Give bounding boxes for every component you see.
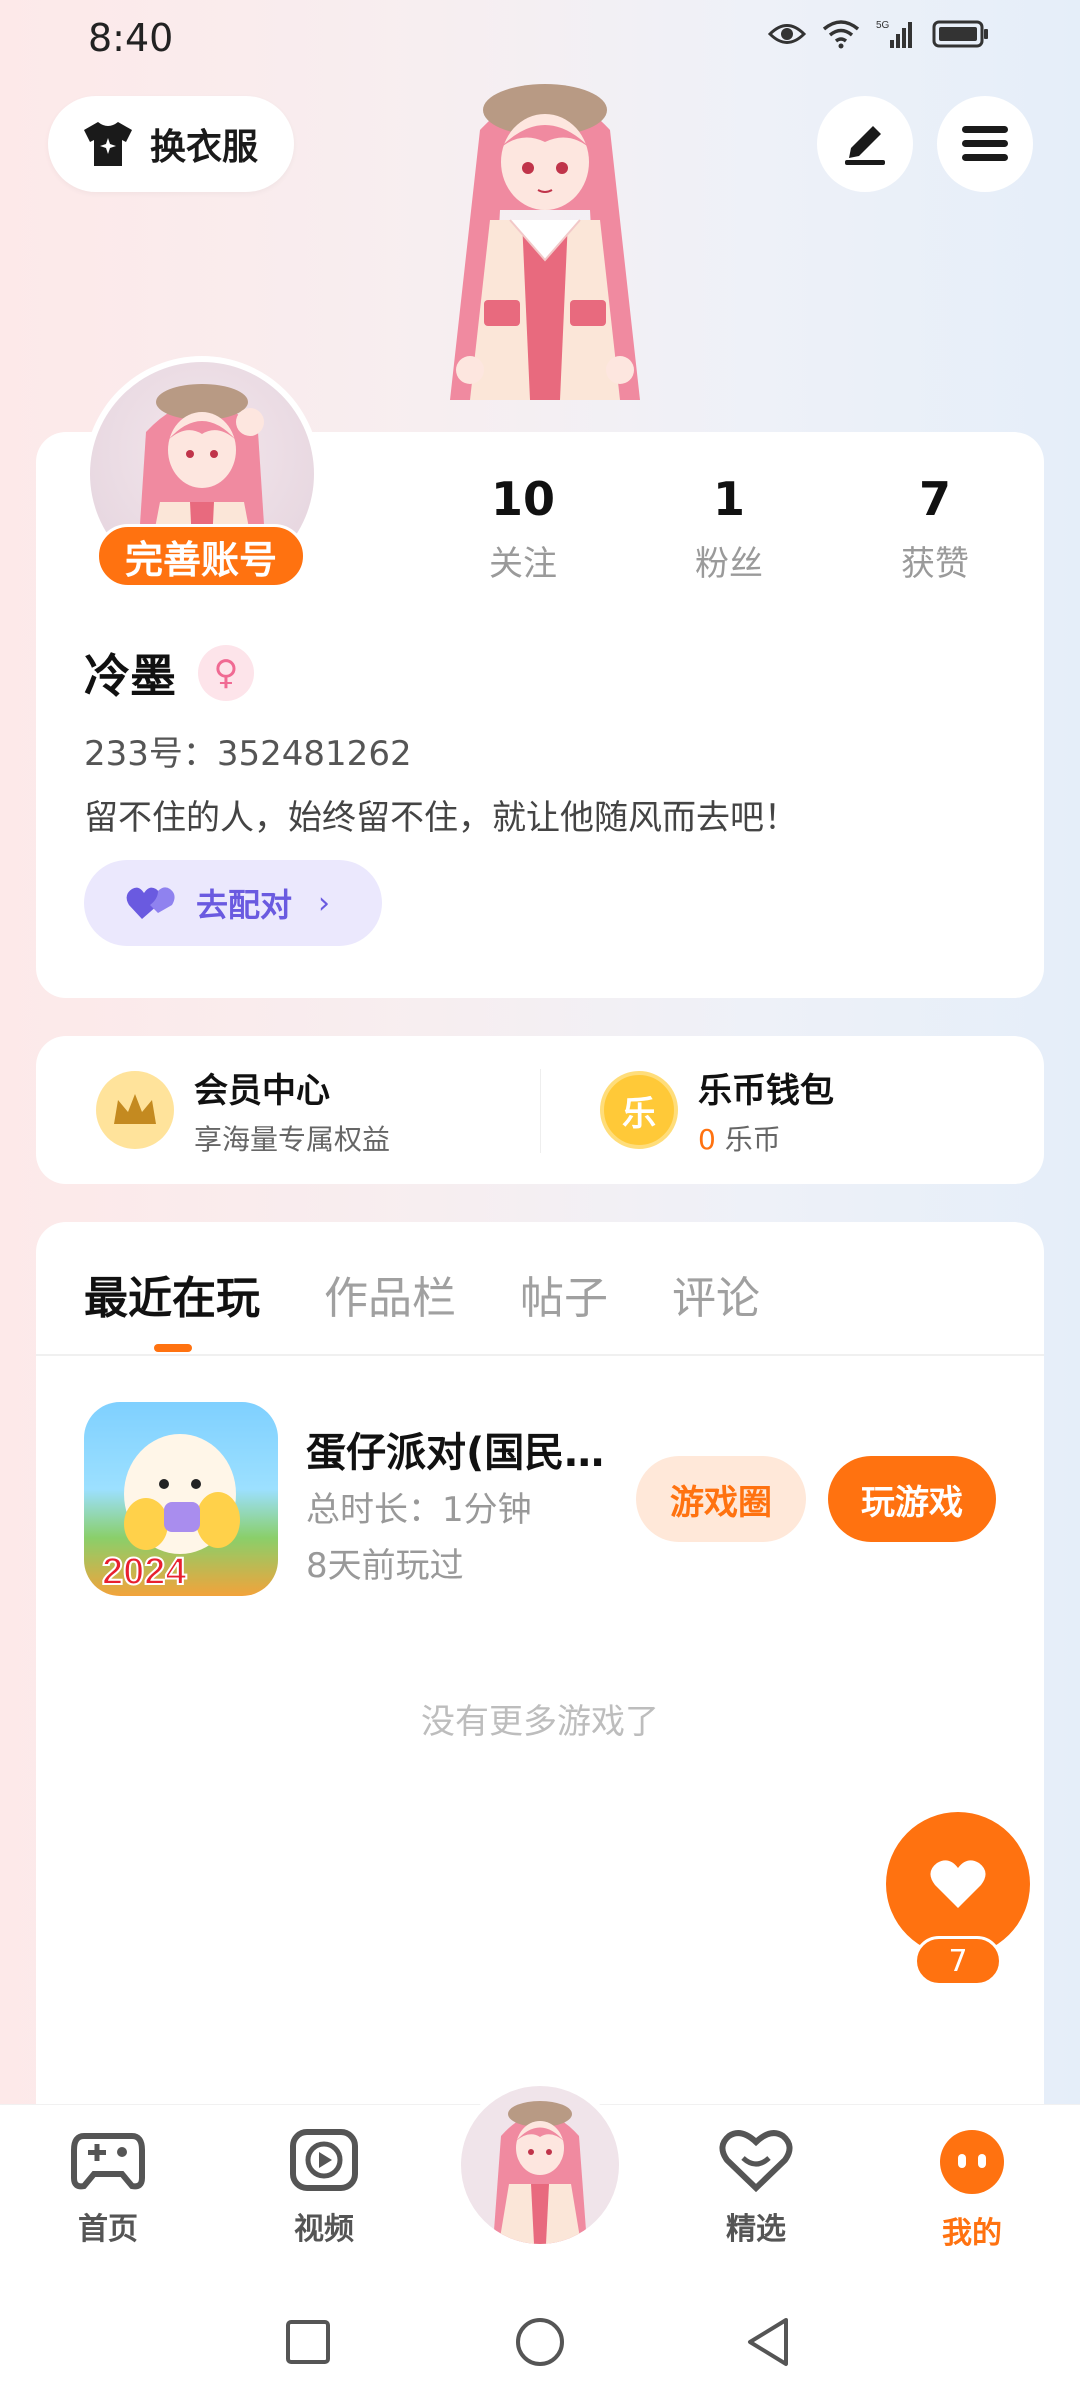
home-circle-icon[interactable] xyxy=(514,2316,566,2368)
eye-icon xyxy=(768,24,806,44)
user-bio: 留不住的人，始终留不住，就让他随风而去吧！ xyxy=(84,798,798,838)
game-icon: 2024 xyxy=(84,1402,278,1596)
svg-text:5G: 5G xyxy=(876,20,890,31)
stat-label: 粉丝 xyxy=(695,544,763,584)
gamepad-icon xyxy=(71,2133,145,2190)
stat-following[interactable]: 10 关注 xyxy=(420,472,626,585)
signal-icon: 5G xyxy=(876,20,912,48)
stat-label: 关注 xyxy=(489,544,557,584)
username: 冷墨 xyxy=(84,649,176,703)
like-button[interactable] xyxy=(886,1812,1030,1956)
chevron-right-icon: › xyxy=(318,885,331,921)
change-outfit-button[interactable]: 换衣服 xyxy=(48,96,294,192)
game-last-played: 8天前玩过 xyxy=(306,1546,464,1586)
member-center-subtitle: 享海量专属权益 xyxy=(194,1122,391,1156)
menu-button[interactable] xyxy=(937,96,1033,192)
video-play-icon xyxy=(290,2129,358,2191)
stat-value: 7 xyxy=(918,472,951,526)
game-duration: 总时长：1分钟 xyxy=(306,1490,532,1530)
go-match-label: 去配对 xyxy=(196,886,293,924)
nav-home[interactable]: 首页 xyxy=(38,2128,178,2248)
tshirt-icon xyxy=(84,122,132,166)
nav-video[interactable]: 视频 xyxy=(254,2128,394,2248)
coin-unit: 乐币 xyxy=(724,1122,781,1156)
stat-likes[interactable]: 7 获赞 xyxy=(832,472,1038,585)
back-triangle-icon[interactable] xyxy=(744,2316,792,2368)
no-more-games-text: 没有更多游戏了 xyxy=(421,1702,659,1742)
stat-label: 获赞 xyxy=(901,544,969,584)
member-center[interactable]: 会员中心 享海量专属权益 xyxy=(36,1063,540,1158)
nav-home-label: 首页 xyxy=(78,2212,138,2247)
status-time: 8:40 xyxy=(88,16,174,60)
tabs-divider xyxy=(36,1354,1044,1356)
nav-video-label: 视频 xyxy=(294,2212,354,2247)
pen-icon xyxy=(845,126,885,165)
tab-recently-played[interactable]: 最近在玩 xyxy=(84,1262,260,1326)
wifi-icon xyxy=(822,20,860,49)
user-id: 233号：352481262 xyxy=(84,734,412,774)
twin-hearts-icon xyxy=(126,887,175,919)
coin-wallet-title: 乐币钱包 xyxy=(698,1070,834,1111)
heart-icon xyxy=(719,2130,793,2193)
stat-value: 10 xyxy=(490,472,555,526)
tab-comments[interactable]: 评论 xyxy=(672,1262,760,1326)
go-match-button[interactable]: 去配对 › xyxy=(84,860,382,946)
stat-fans[interactable]: 1 粉丝 xyxy=(626,472,832,585)
profile-stats: 10 关注 1 粉丝 7 获赞 xyxy=(420,472,1040,585)
game-circle-button[interactable]: 游戏圈 xyxy=(636,1456,806,1542)
battery-icon xyxy=(932,20,988,48)
game-icon-text: 2024 xyxy=(102,1551,187,1593)
system-navigation-bar xyxy=(0,2282,1080,2400)
username-row: 冷墨 ♀ xyxy=(84,640,254,706)
female-gender-icon: ♀ xyxy=(198,645,254,701)
like-count-badge: 7 xyxy=(914,1936,1002,1986)
coin-wallet[interactable]: 乐 乐币钱包 0 乐币 xyxy=(540,1063,1044,1158)
status-icons: 5G xyxy=(768,18,990,50)
nav-mine-label: 我的 xyxy=(942,2216,1002,2251)
change-outfit-label: 换衣服 xyxy=(150,127,259,168)
coin-amount: 0 xyxy=(698,1122,716,1156)
nav-center-avatar-button[interactable] xyxy=(455,2080,625,2250)
crown-icon xyxy=(96,1071,174,1149)
stat-value: 1 xyxy=(712,472,745,526)
active-tab-indicator xyxy=(154,1344,192,1352)
game-list-item[interactable]: 2024 蛋仔派对(国民… 总时长：1分钟 8天前玩过 游戏圈 玩游戏 xyxy=(84,1402,1004,1598)
coin-icon: 乐 xyxy=(600,1071,678,1149)
nav-featured[interactable]: 精选 xyxy=(686,2128,826,2248)
nav-featured-label: 精选 xyxy=(726,2212,786,2247)
play-game-button[interactable]: 玩游戏 xyxy=(828,1456,996,1542)
face-icon xyxy=(940,2130,1004,2194)
tab-works[interactable]: 作品栏 xyxy=(324,1262,456,1326)
avatar-character-illustration[interactable] xyxy=(410,70,680,430)
game-title: 蛋仔派对(国民… xyxy=(306,1430,605,1476)
member-center-title: 会员中心 xyxy=(194,1070,330,1111)
tab-posts[interactable]: 帖子 xyxy=(520,1262,608,1326)
tab-bar: 最近在玩 作品栏 帖子 评论 xyxy=(84,1262,760,1326)
status-bar: 8:40 5G xyxy=(0,0,1080,80)
nav-mine[interactable]: 我的 xyxy=(902,2128,1042,2252)
perks-card: 会员中心 享海量专属权益 乐 乐币钱包 0 乐币 xyxy=(36,1036,1044,1184)
menu-icon xyxy=(962,126,1008,161)
edit-profile-button[interactable] xyxy=(817,96,913,192)
heart-icon xyxy=(930,1860,986,1908)
coin-balance: 0 乐币 xyxy=(698,1118,834,1158)
recent-apps-icon[interactable] xyxy=(284,2318,332,2366)
complete-account-button[interactable]: 完善账号 xyxy=(96,524,306,588)
